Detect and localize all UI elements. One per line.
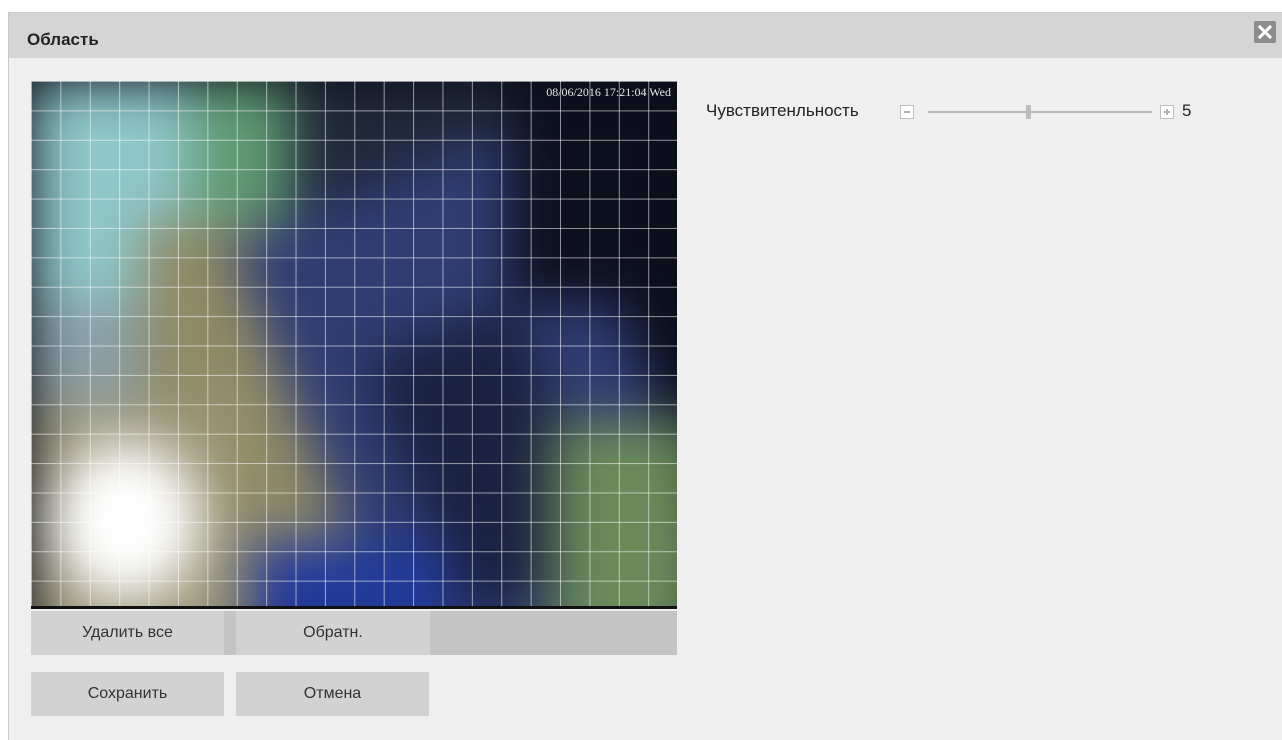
- motion-region-grid[interactable]: [31, 81, 677, 606]
- cancel-button[interactable]: Отмена: [236, 672, 429, 716]
- osd-timestamp: 08/06/2016 17:21:04 Wed: [546, 85, 671, 99]
- area-dialog: Область 08/06/2016 17:21:04 Wed Удалить …: [8, 12, 1282, 740]
- close-button[interactable]: [1254, 21, 1276, 43]
- close-icon: [1257, 24, 1273, 40]
- save-button[interactable]: Сохранить: [31, 672, 224, 716]
- delete-all-button[interactable]: Удалить все: [31, 611, 224, 655]
- sensitivity-label: Чувствитенльность: [706, 101, 859, 120]
- sensitivity-decrease-button[interactable]: [900, 105, 914, 119]
- dialog-titlebar: Область: [9, 13, 1282, 58]
- sensitivity-value: 5: [1182, 101, 1192, 120]
- video-preview[interactable]: 08/06/2016 17:21:04 Wed: [31, 81, 677, 609]
- region-button-bar: Удалить все Обратн.: [31, 611, 677, 655]
- sensitivity-increase-button[interactable]: [1160, 105, 1174, 119]
- sensitivity-slider-handle[interactable]: [1025, 105, 1031, 119]
- invert-button[interactable]: Обратн.: [236, 611, 430, 655]
- dialog-title: Область: [27, 30, 99, 49]
- sensitivity-slider[interactable]: [928, 105, 1152, 119]
